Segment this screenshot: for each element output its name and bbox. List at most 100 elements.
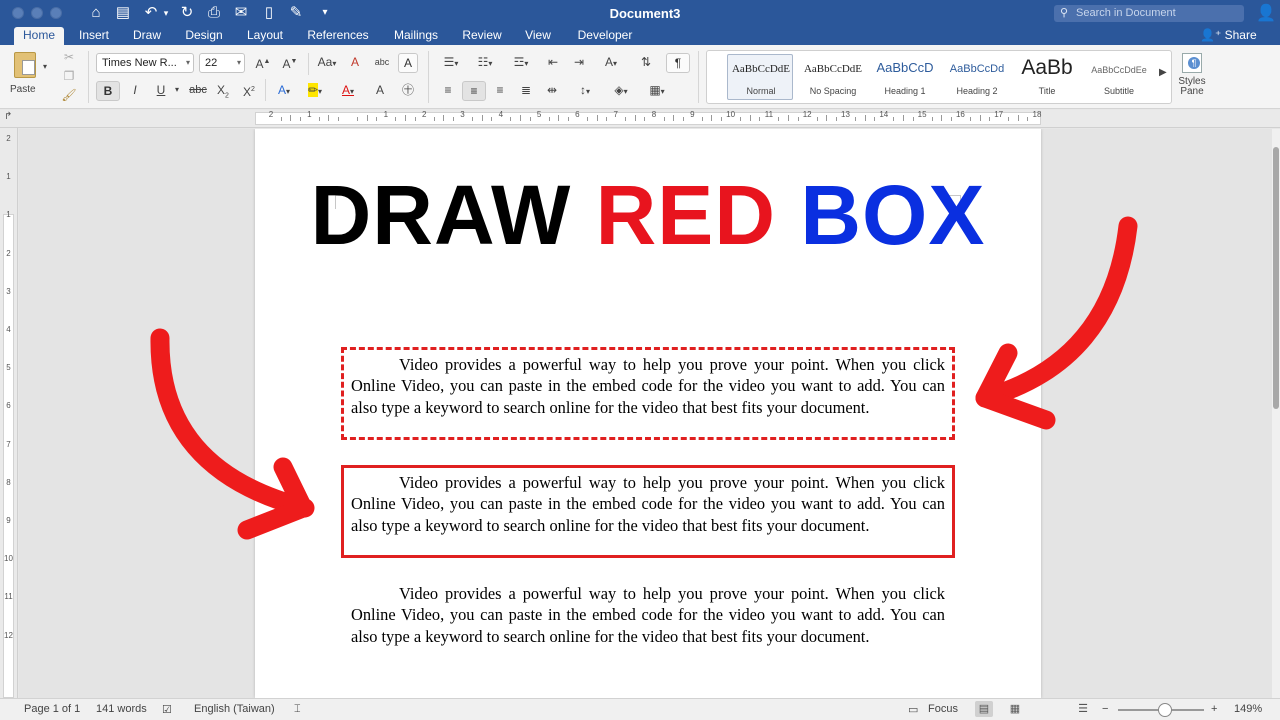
tab-mailings[interactable]: Mailings	[386, 27, 446, 45]
zoom-slider-thumb[interactable]	[1158, 703, 1172, 717]
style-heading-2[interactable]: AaBbCcDd Heading 2	[943, 54, 1009, 100]
vertical-ruler[interactable]: 2 1 1 2 3 4 5 6 7 8 9 10 11 12	[0, 128, 18, 698]
tab-developer[interactable]: Developer	[568, 27, 642, 45]
vertical-scrollbar[interactable]	[1272, 129, 1280, 698]
numbering-button[interactable]: ☷▾	[470, 53, 500, 73]
align-right-icon[interactable]: ≡	[488, 81, 512, 101]
share-button[interactable]: 👤⁺ Share	[1200, 27, 1257, 43]
borders-button[interactable]: ▦▾	[642, 81, 672, 101]
undo-dropdown-icon[interactable]: ▾	[160, 3, 172, 23]
style-heading-1[interactable]: AaBbCcD Heading 1	[871, 54, 937, 100]
review-icon[interactable]: ✉	[231, 3, 251, 23]
document-page[interactable]: DRAW RED BOX Video provides a powerful w…	[255, 129, 1041, 698]
grow-font-button[interactable]: A▲	[251, 53, 275, 73]
tab-layout[interactable]: Layout	[240, 27, 290, 45]
phonetic-guide-icon[interactable]: abc	[370, 53, 394, 73]
increase-indent-icon[interactable]: ⇥	[568, 53, 590, 73]
subscript-button[interactable]: X2	[212, 81, 234, 101]
zoom-in-button[interactable]: +	[1211, 703, 1217, 715]
font-name-select[interactable]: Times New R... ▾	[96, 53, 194, 73]
change-case-button[interactable]: Aa▾	[314, 53, 340, 73]
text-effects-button[interactable]: A▾	[270, 81, 298, 101]
decrease-indent-icon[interactable]: ⇤	[542, 53, 564, 73]
save-icon[interactable]: ▤	[113, 3, 133, 23]
enclose-characters-icon[interactable]: ㊉	[398, 81, 418, 101]
sort-icon[interactable]: ⇅	[634, 53, 658, 73]
shading-button[interactable]: ◈▾	[606, 81, 636, 101]
scrollbar-thumb[interactable]	[1273, 147, 1279, 409]
cut-icon[interactable]: ✂	[60, 48, 78, 68]
tab-insert[interactable]: Insert	[72, 27, 116, 45]
distributed-icon[interactable]: ⇹	[540, 81, 564, 101]
new-document-icon[interactable]: ▯	[259, 3, 279, 23]
show-formatting-button[interactable]: ¶	[666, 53, 690, 73]
character-shading-icon[interactable]: A	[370, 81, 390, 101]
plain-paragraph[interactable]: Video provides a powerful way to help yo…	[341, 576, 955, 669]
paste-icon[interactable]	[14, 52, 36, 78]
outline-view-icon[interactable]: ☰	[1074, 701, 1092, 717]
italic-button[interactable]: I	[124, 81, 146, 101]
focus-label[interactable]: Focus	[928, 703, 958, 715]
gallery-next-icon[interactable]: ▶	[1159, 67, 1167, 78]
strikethrough-button[interactable]: abc	[186, 81, 210, 101]
horizontal-ruler[interactable]: ↱ 2 1 1 2 3 4 5 6 7 8 9 10 11 12 13 14 15 16 17 18	[0, 110, 1280, 128]
edit-document-icon[interactable]: ✎	[286, 3, 306, 23]
search-input[interactable]: ⚲ Search in Document	[1054, 5, 1244, 22]
tab-design[interactable]: Design	[178, 27, 230, 45]
page-count[interactable]: Page 1 of 1	[24, 703, 80, 715]
multilevel-list-button[interactable]: ☲▾	[506, 53, 536, 73]
user-icon[interactable]: 👤	[1256, 3, 1276, 23]
underline-dropdown-icon[interactable]: ▾	[172, 81, 182, 101]
copy-icon[interactable]: ❐	[60, 67, 78, 87]
font-size-select[interactable]: 22 ▾	[199, 53, 245, 73]
print-icon[interactable]: ⎙	[204, 3, 224, 23]
track-changes-icon[interactable]: ⌶	[294, 703, 301, 716]
align-center-icon[interactable]: ≡	[462, 81, 486, 101]
word-count[interactable]: 141 words	[96, 703, 147, 715]
font-color-button[interactable]: A▾	[334, 81, 362, 101]
tab-view[interactable]: View	[518, 27, 558, 45]
align-left-icon[interactable]: ≡	[436, 81, 460, 101]
asian-layout-button[interactable]: A▾	[596, 53, 626, 73]
minimize-window-button[interactable]	[31, 7, 43, 19]
tab-references[interactable]: References	[300, 27, 376, 45]
underline-button[interactable]: U	[150, 81, 172, 101]
undo-icon[interactable]: ↶	[141, 3, 161, 23]
solid-red-box-paragraph[interactable]: Video provides a powerful way to help yo…	[341, 465, 955, 558]
line-spacing-button[interactable]: ↕▾	[570, 81, 600, 101]
style-subtitle[interactable]: AaBbCcDdEe Subtitle	[1085, 54, 1151, 100]
tab-selector-icon[interactable]: ↱	[4, 111, 12, 122]
close-window-button[interactable]	[12, 7, 24, 19]
style-no-spacing[interactable]: AaBbCcDdE No Spacing	[799, 54, 865, 100]
style-normal[interactable]: AaBbCcDdE Normal	[727, 54, 793, 100]
zoom-window-button[interactable]	[50, 7, 62, 19]
tab-draw[interactable]: Draw	[126, 27, 168, 45]
redo-icon[interactable]: ↻	[177, 3, 197, 23]
character-border-icon[interactable]: A	[398, 53, 418, 73]
paste-label[interactable]: Paste	[10, 84, 36, 95]
highlight-button[interactable]: ✏▾	[300, 81, 330, 101]
page-headline[interactable]: DRAW RED BOX	[255, 165, 1041, 265]
customize-toolbar-icon[interactable]: ▾	[317, 3, 333, 23]
paste-dropdown-icon[interactable]: ▾	[40, 58, 50, 78]
tab-review[interactable]: Review	[456, 27, 508, 45]
web-layout-icon[interactable]: ▦	[1006, 701, 1024, 717]
format-painter-icon[interactable]: 🖌	[60, 86, 78, 106]
clear-formatting-icon[interactable]: A	[343, 53, 367, 73]
zoom-level[interactable]: 149%	[1234, 703, 1262, 715]
language-label[interactable]: English (Taiwan)	[194, 703, 275, 715]
superscript-button[interactable]: X2	[238, 81, 260, 101]
print-layout-icon[interactable]: ▤	[975, 701, 993, 717]
dashed-red-box-paragraph[interactable]: Video provides a powerful way to help yo…	[341, 347, 955, 440]
bold-button[interactable]: B	[96, 81, 120, 101]
shrink-font-button[interactable]: A▼	[278, 53, 302, 73]
focus-icon[interactable]: ▭	[908, 703, 918, 716]
bullets-button[interactable]: ☰▾	[436, 53, 466, 73]
styles-pane-button[interactable]: ¶ Styles Pane	[1176, 53, 1208, 101]
style-title[interactable]: AaBb Title	[1013, 54, 1079, 100]
home-icon[interactable]: ⌂	[86, 3, 106, 23]
justify-icon[interactable]: ≣	[514, 81, 538, 101]
zoom-out-button[interactable]: −	[1102, 703, 1108, 715]
document-canvas[interactable]: DRAW RED BOX Video provides a powerful w…	[19, 129, 1272, 698]
tab-home[interactable]: Home	[14, 27, 64, 45]
